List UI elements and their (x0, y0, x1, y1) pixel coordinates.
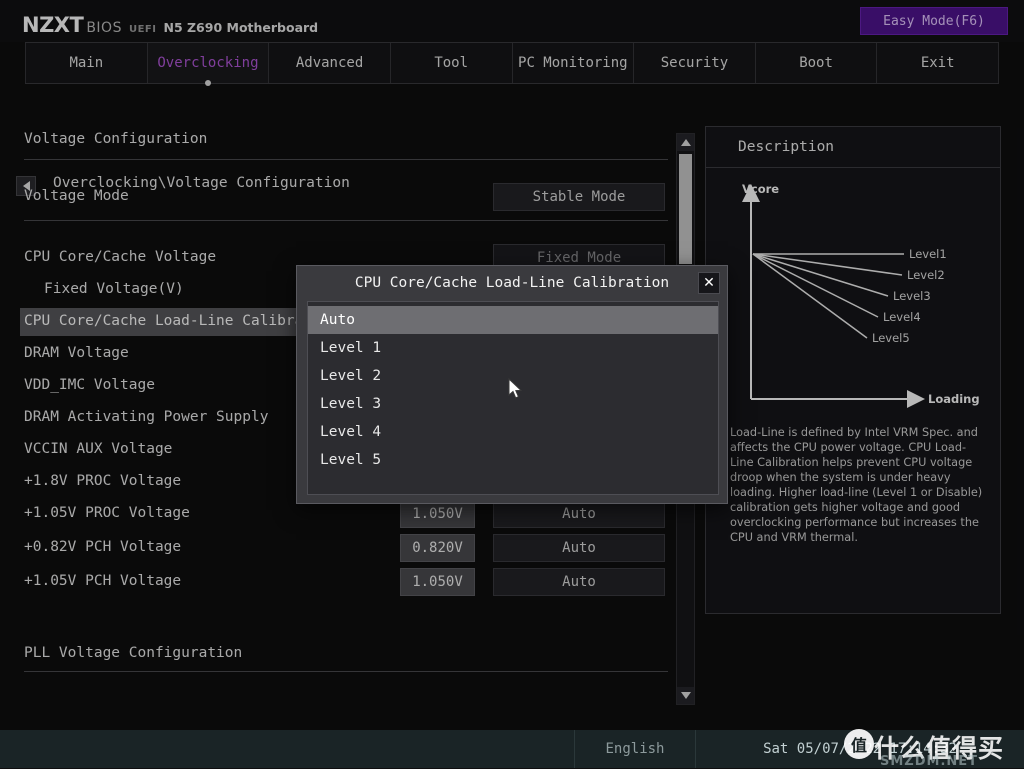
dialog-option[interactable]: Auto (308, 306, 718, 334)
bios-screen: NZXT BIOS UEFI N5 Z690 Motherboard Easy … (0, 0, 1024, 769)
dialog-option[interactable]: Level 5 (308, 446, 718, 474)
status-bar: English Sat 05/07/2022 17:14:32 (0, 730, 1024, 768)
close-x-icon[interactable]: ✕ (698, 272, 720, 294)
system-datetime: Sat 05/07/2022 17:14:32 (763, 741, 957, 757)
language-selector[interactable]: English (574, 730, 696, 768)
dialog-option[interactable]: Level 4 (308, 418, 718, 446)
mouse-cursor (508, 378, 523, 399)
dialog-option[interactable]: Level 1 (308, 334, 718, 362)
dialog-title: CPU Core/Cache Load-Line Calibration (354, 274, 670, 291)
